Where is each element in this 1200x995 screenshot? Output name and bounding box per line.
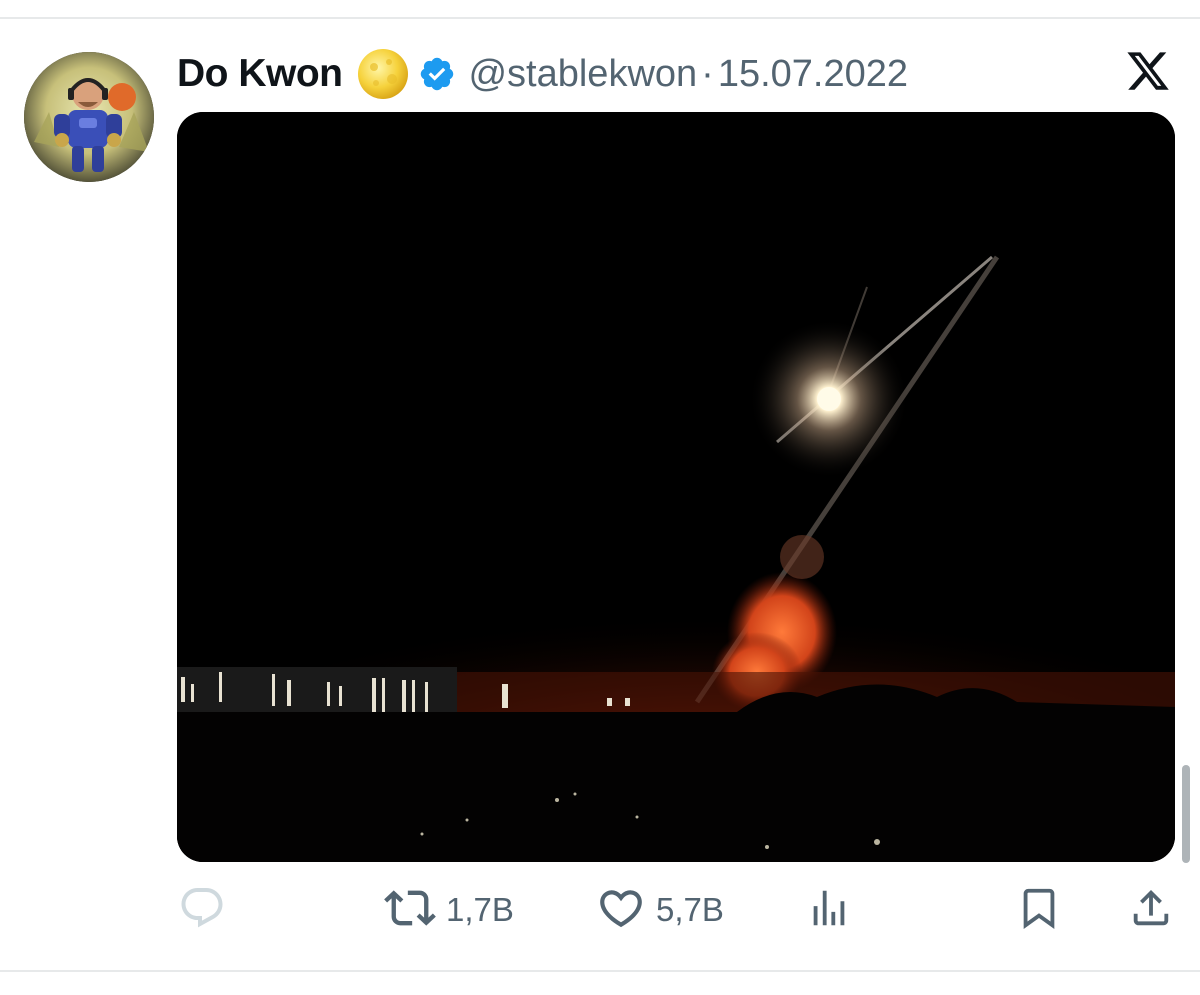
tweet-media-photo[interactable] xyxy=(177,112,1175,862)
like-button[interactable]: 5,7B xyxy=(596,880,724,940)
display-name[interactable]: Do Kwon xyxy=(177,52,343,96)
analytics-icon xyxy=(806,885,852,936)
views-button[interactable] xyxy=(806,880,852,940)
verified-badge-icon[interactable] xyxy=(418,55,456,93)
share-icon xyxy=(1128,885,1174,936)
separator-dot: · xyxy=(701,52,714,95)
tweet-date[interactable]: 15.07.2022 xyxy=(718,53,908,96)
heart-icon xyxy=(596,883,646,938)
like-count: 5,7B xyxy=(656,891,724,928)
top-divider xyxy=(0,17,1200,19)
scrollbar[interactable] xyxy=(1182,765,1190,863)
bookmark-icon xyxy=(1016,885,1062,936)
tweet-action-bar: 1,7B 5,7B xyxy=(0,880,1200,940)
handle[interactable]: @stablekwon xyxy=(468,53,697,96)
avatar[interactable] xyxy=(24,52,154,182)
share-button[interactable] xyxy=(1128,880,1174,940)
reply-button[interactable] xyxy=(178,880,226,940)
bookmark-button[interactable] xyxy=(1016,880,1062,940)
bottom-divider xyxy=(0,970,1200,972)
x-logo-icon[interactable] xyxy=(1124,48,1172,94)
retweet-icon xyxy=(384,882,436,939)
reply-icon xyxy=(178,884,226,937)
full-moon-icon xyxy=(356,47,410,101)
retweet-count: 1,7B xyxy=(446,891,514,928)
tweet-header: Do Kwon @stablekwon · 15.07.2022 xyxy=(177,44,908,104)
retweet-button[interactable]: 1,7B xyxy=(384,880,514,940)
